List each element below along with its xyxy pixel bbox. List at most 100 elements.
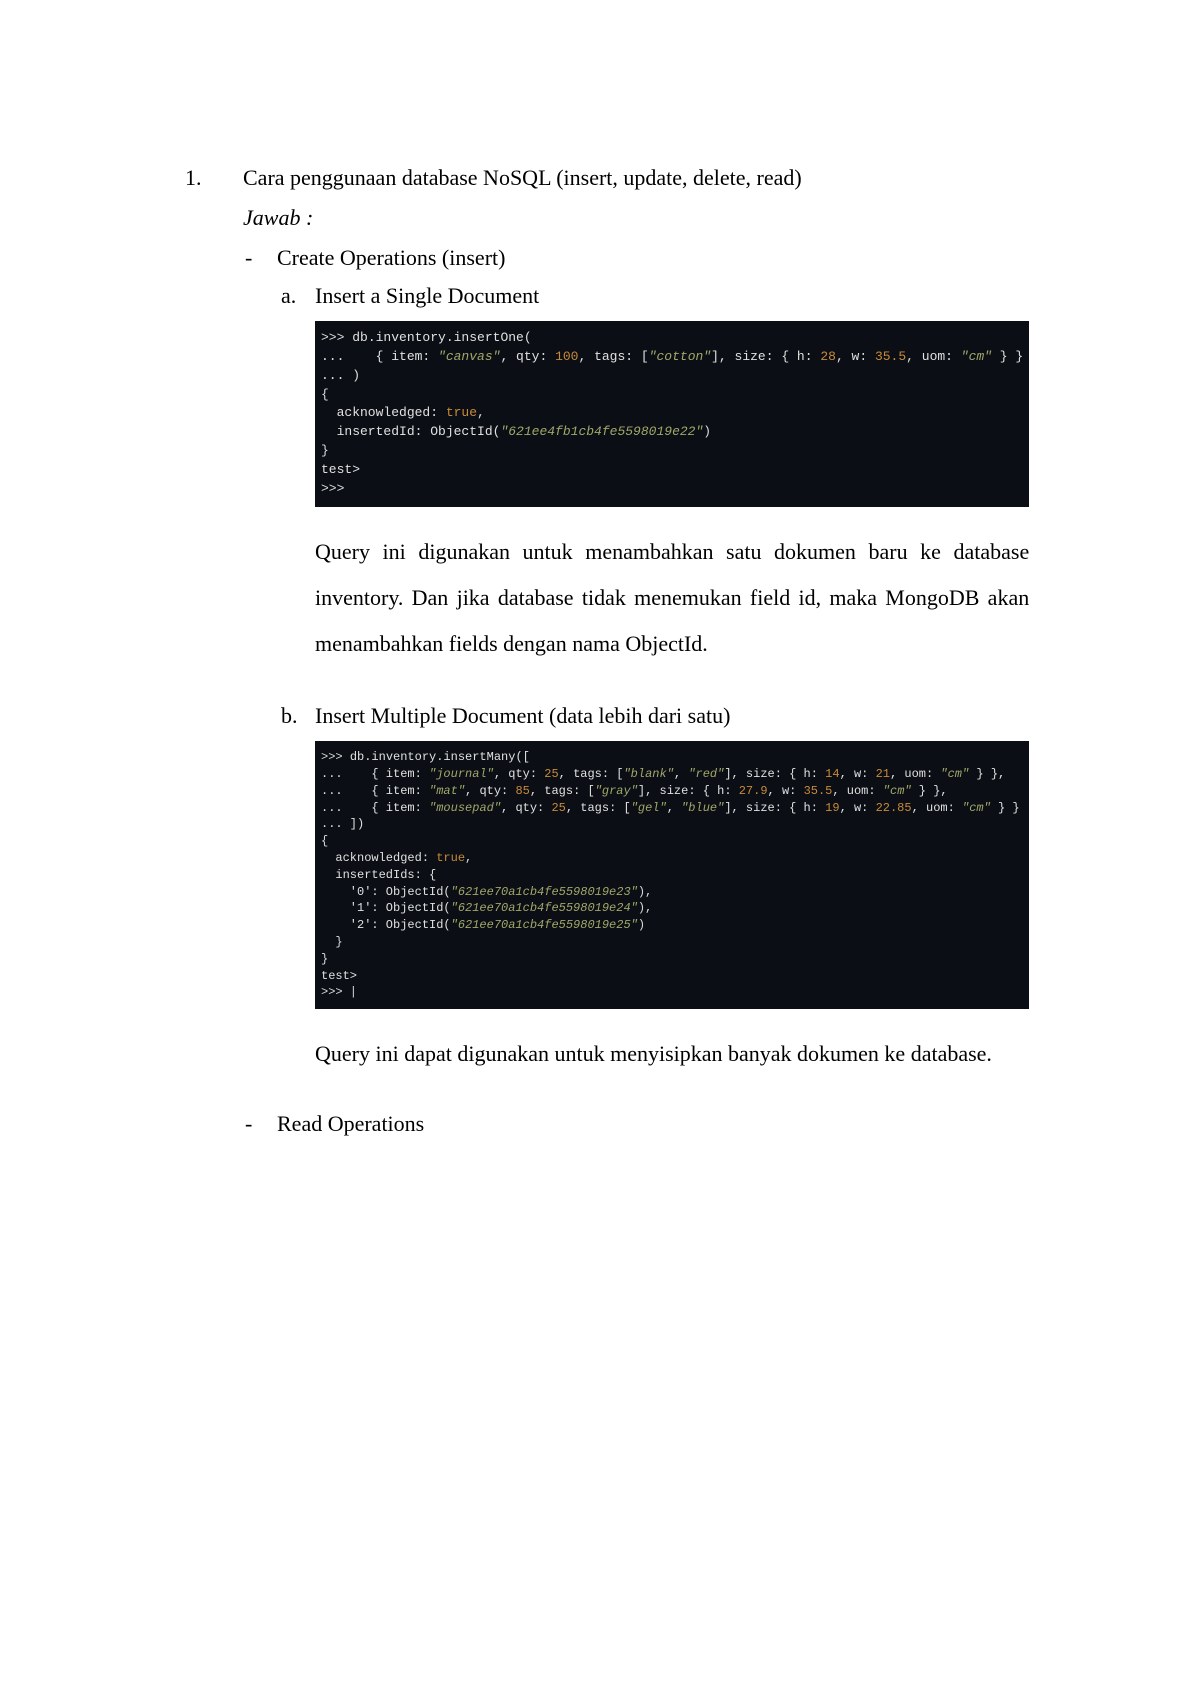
code-text: test> [321, 462, 360, 477]
code-text: } } [991, 801, 1020, 815]
code-prompt: >>> [321, 330, 352, 345]
code-string: "blue" [681, 801, 724, 815]
code-text: ... { item: [321, 784, 429, 798]
question-title: Cara penggunaan database NoSQL (insert, … [243, 165, 1029, 191]
code-text: , qty: [501, 801, 551, 815]
code-text: '1': ObjectId( [321, 901, 451, 915]
code-number: 27.9 [739, 784, 768, 798]
code-string: "mousepad" [429, 801, 501, 815]
code-text: ) [703, 424, 711, 439]
code-text: { [321, 834, 328, 848]
code-text: , uom: [890, 767, 940, 781]
bullet-dash: - [243, 1111, 277, 1149]
code-text: , qty: [465, 784, 515, 798]
code-string: "red" [688, 767, 724, 781]
answer-label: Jawab : [243, 205, 1029, 231]
code-number: 14 [825, 767, 839, 781]
code-text: , tags: [ [578, 349, 648, 364]
bullet-body: Create Operations (insert) a. Insert a S… [277, 245, 1029, 1107]
code-block-insert-one: >>> db.inventory.insertOne( ... { item: … [315, 321, 1029, 507]
code-number: 25 [544, 767, 558, 781]
code-number: 22.85 [876, 801, 912, 815]
code-text: , tags: [ [530, 784, 595, 798]
sub-title: Insert a Single Document [315, 283, 1029, 309]
code-bool: true [436, 851, 465, 865]
sub-letter: a. [277, 283, 315, 697]
code-text: ... ) [321, 368, 360, 383]
code-string: "621ee70a1cb4fe5598019e23" [451, 885, 638, 899]
item-body: Cara penggunaan database NoSQL (insert, … [243, 165, 1029, 1149]
code-text: acknowledged: [321, 405, 446, 420]
code-text: insertedIds: { [321, 868, 436, 882]
code-text: , uom: [832, 784, 882, 798]
bullet-create-operations: - Create Operations (insert) a. Insert a… [243, 245, 1029, 1107]
code-string: "cm" [962, 801, 991, 815]
sub-item-a: a. Insert a Single Document >>> db.inven… [277, 283, 1029, 697]
code-text: , w: [768, 784, 804, 798]
code-text: db.inventory.insertOne( [352, 330, 531, 345]
bullet-body: Read Operations [277, 1111, 1029, 1149]
code-number: 19 [825, 801, 839, 815]
code-string: "cm" [961, 349, 992, 364]
code-string: "cm" [883, 784, 912, 798]
code-block-insert-many: >>> db.inventory.insertMany([ ... { item… [315, 741, 1029, 1009]
code-prompt: >>> [321, 750, 350, 764]
code-text: ), [638, 885, 652, 899]
code-string: "621ee70a1cb4fe5598019e25" [451, 918, 638, 932]
code-text: db.inventory.insertMany([ [350, 750, 530, 764]
code-text: ... ]) [321, 817, 364, 831]
item-number: 1. [185, 165, 243, 1149]
code-bool: true [446, 405, 477, 420]
code-text: , [477, 405, 485, 420]
code-string: "canvas" [438, 349, 500, 364]
code-string: "cm" [940, 767, 969, 781]
code-text: ], size: { h: [638, 784, 739, 798]
code-text: , tags: [ [566, 801, 631, 815]
code-text: } }, [969, 767, 1005, 781]
code-text: ... { item: [321, 349, 438, 364]
code-string: "journal" [429, 767, 494, 781]
sub-item-b: b. Insert Multiple Document (data lebih … [277, 703, 1029, 1107]
code-text: } [321, 443, 329, 458]
code-text: , [465, 851, 472, 865]
code-text: } [321, 952, 328, 966]
code-text: } }, [912, 784, 948, 798]
code-text: , qty: [494, 767, 544, 781]
code-prompt: >>> [321, 481, 344, 496]
code-string: "mat" [429, 784, 465, 798]
code-text: ], size: { h: [724, 801, 825, 815]
code-number: 35.5 [804, 784, 833, 798]
code-text: } [321, 935, 343, 949]
code-text: { [321, 387, 329, 402]
code-number: 35.5 [875, 349, 906, 364]
code-string: "gray" [595, 784, 638, 798]
code-number: 100 [555, 349, 578, 364]
code-text: ], size: { h: [711, 349, 820, 364]
code-text: ... { item: [321, 801, 429, 815]
code-number: 21 [876, 767, 890, 781]
code-prompt: >>> | [321, 985, 357, 999]
code-text: ], size: { h: [724, 767, 825, 781]
code-text: ), [638, 901, 652, 915]
sub-description: Query ini dapat digunakan untuk menyisip… [315, 1031, 1029, 1077]
sub-title: Insert Multiple Document (data lebih dar… [315, 703, 1029, 729]
code-number: 85 [515, 784, 529, 798]
code-text: , w: [840, 767, 876, 781]
code-text: , w: [840, 801, 876, 815]
code-string: "gel" [631, 801, 667, 815]
bullet-read-operations: - Read Operations [243, 1111, 1029, 1149]
code-text: '0': ObjectId( [321, 885, 451, 899]
code-text: , uom: [906, 349, 961, 364]
code-string: "621ee4fb1cb4fe5598019e22" [500, 424, 703, 439]
code-text: , uom: [912, 801, 962, 815]
code-string: "621ee70a1cb4fe5598019e24" [451, 901, 638, 915]
code-text: test> [321, 969, 357, 983]
code-text: , [667, 801, 681, 815]
code-text: insertedId: ObjectId( [321, 424, 500, 439]
code-text: } } [992, 349, 1023, 364]
code-text: , w: [836, 349, 875, 364]
code-text: , [674, 767, 688, 781]
code-text: ... { item: [321, 767, 429, 781]
sub-letter: b. [277, 703, 315, 1107]
code-text: , qty: [500, 349, 555, 364]
